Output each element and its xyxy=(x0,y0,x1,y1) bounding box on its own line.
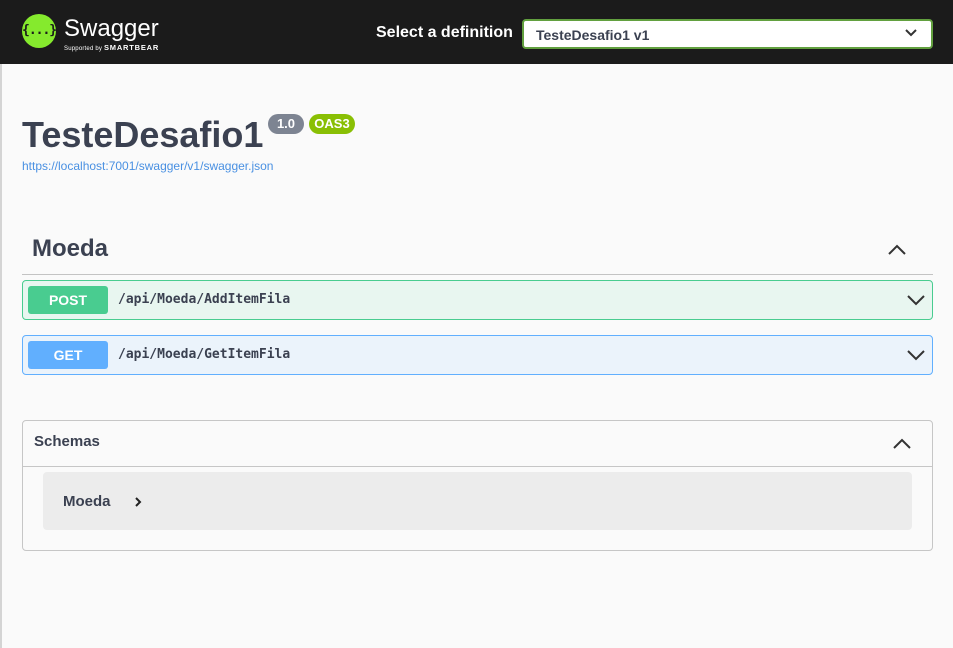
brand-company: SMARTBEAR xyxy=(103,43,160,52)
operation-get-getitemfila[interactable]: GET /api/Moeda/GetItemFila xyxy=(22,335,933,375)
method-badge: POST xyxy=(28,286,108,314)
schema-model-moeda[interactable]: Moeda xyxy=(43,472,912,530)
chevron-right-icon[interactable] xyxy=(133,496,143,508)
chevron-up-icon[interactable] xyxy=(892,436,912,450)
oas-badge: OAS3 xyxy=(309,114,355,134)
schemas-section: Schemas Moeda xyxy=(22,420,933,551)
brand-tagline: Supported by SMARTBEAR xyxy=(64,44,159,53)
method-badge: GET xyxy=(28,341,108,369)
chevron-down-icon[interactable] xyxy=(906,294,926,306)
definition-label: Select a definition xyxy=(376,24,513,41)
brand-tagline-text: Supported by xyxy=(64,46,103,52)
chevron-down-icon xyxy=(905,29,917,37)
brand-name[interactable]: Swagger xyxy=(64,17,159,41)
tag-name: Moeda xyxy=(32,235,109,262)
api-title: TesteDesafio1 xyxy=(22,114,264,155)
schemas-title: Schemas xyxy=(34,433,100,450)
operation-post-additemfila[interactable]: POST /api/Moeda/AddItemFila xyxy=(22,280,933,320)
chevron-up-icon[interactable] xyxy=(887,242,907,256)
logo-glyph: {...} xyxy=(22,23,57,38)
schemas-header[interactable]: Schemas xyxy=(23,421,932,467)
operation-path: /api/Moeda/AddItemFila xyxy=(118,292,291,307)
model-name: Moeda xyxy=(63,493,111,510)
spec-url-link[interactable]: https://localhost:7001/swagger/v1/swagge… xyxy=(22,159,273,173)
page-edge xyxy=(0,64,2,648)
tag-section-moeda[interactable]: Moeda xyxy=(22,232,933,275)
chevron-down-icon[interactable] xyxy=(906,349,926,361)
operation-path: /api/Moeda/GetItemFila xyxy=(118,347,291,362)
version-badge: 1.0 xyxy=(268,114,304,134)
topbar: {...} Swagger Supported by SMARTBEAR Sel… xyxy=(0,0,953,64)
definition-selected-value: TesteDesafio1 v1 xyxy=(536,27,650,43)
definition-select[interactable]: TesteDesafio1 v1 xyxy=(522,19,933,49)
